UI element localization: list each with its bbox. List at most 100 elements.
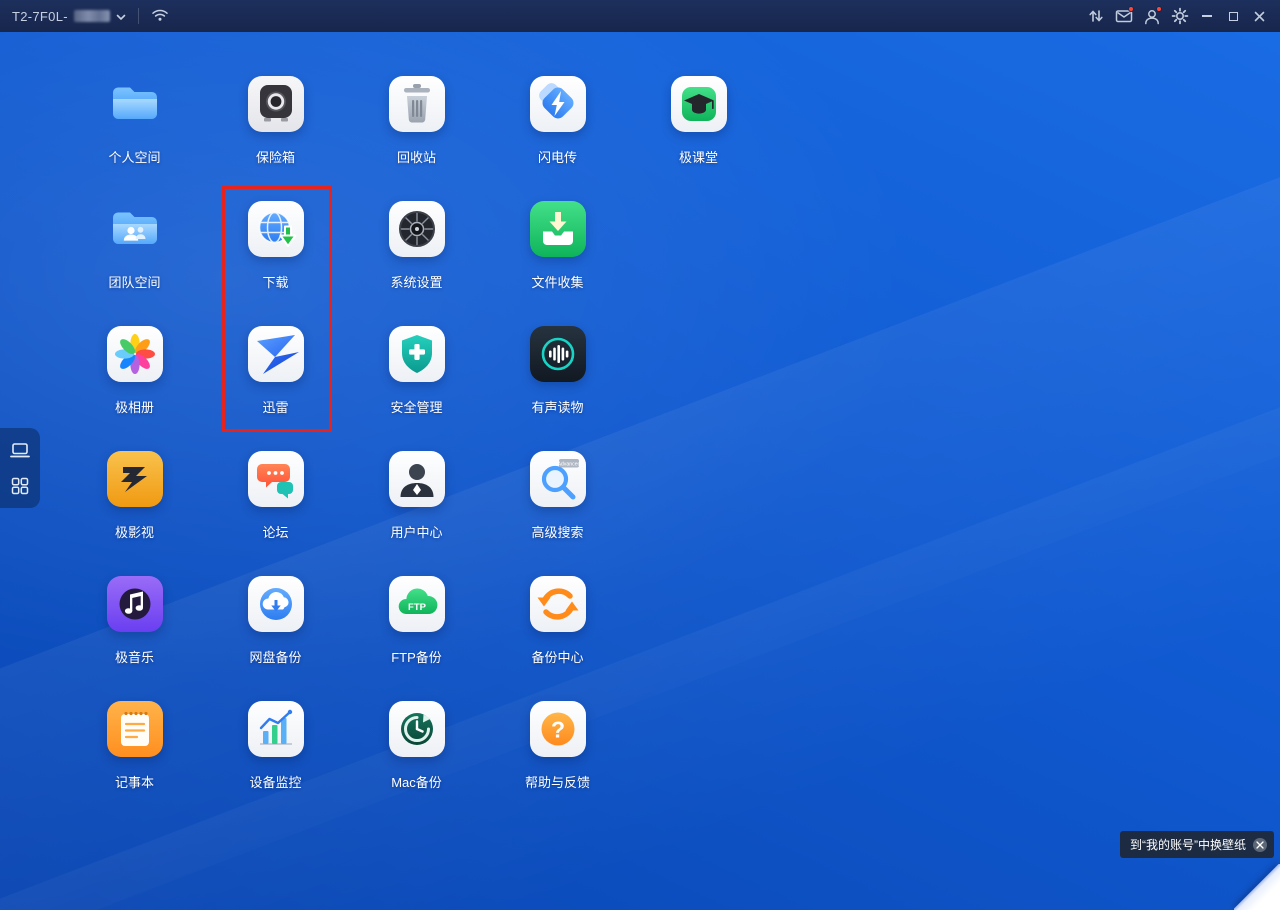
app-grid: 个人空间 保险箱 回收站 闪电传 极课堂 团队空间 下载 系统设置 文件收集 极… bbox=[64, 64, 769, 814]
backup-center-icon bbox=[529, 576, 586, 632]
apps-grid-icon[interactable] bbox=[9, 476, 31, 496]
empty-cell bbox=[628, 439, 769, 564]
user-icon[interactable] bbox=[1138, 0, 1166, 32]
app-forum[interactable]: 论坛 bbox=[205, 439, 346, 564]
toast-close-icon[interactable] bbox=[1253, 837, 1267, 852]
app-recycle-bin[interactable]: 回收站 bbox=[346, 64, 487, 189]
audiobook-icon bbox=[529, 326, 586, 382]
app-label: 帮助与反馈 bbox=[524, 775, 590, 790]
app-label: 回收站 bbox=[396, 150, 436, 165]
mail-icon[interactable] bbox=[1110, 0, 1138, 32]
app-label: 保险箱 bbox=[255, 150, 295, 165]
notepad-icon bbox=[106, 701, 163, 757]
wallpaper-toast: 到“我的账号”中换壁纸 bbox=[1120, 831, 1274, 858]
app-backup-center[interactable]: 备份中心 bbox=[487, 564, 628, 689]
security-shield-icon bbox=[388, 326, 445, 382]
app-label: 有声读物 bbox=[531, 400, 584, 415]
app-personal-space[interactable]: 个人空间 bbox=[64, 64, 205, 189]
app-advanced-search[interactable]: Advanced 高级搜索 bbox=[487, 439, 628, 564]
music-icon bbox=[106, 576, 163, 632]
recycle-bin-icon bbox=[388, 76, 445, 132]
app-label: 记事本 bbox=[114, 775, 154, 790]
app-movies[interactable]: 极影视 bbox=[64, 439, 205, 564]
wifi-icon[interactable] bbox=[151, 8, 169, 25]
classroom-icon bbox=[670, 76, 727, 132]
app-label: 高级搜索 bbox=[531, 525, 584, 540]
app-file-collection[interactable]: 文件收集 bbox=[487, 189, 628, 314]
app-label: Mac备份 bbox=[391, 775, 442, 790]
transfer-arrows-icon[interactable] bbox=[1082, 0, 1110, 32]
ftp-backup-icon: FTP bbox=[388, 576, 445, 632]
titlebar-divider bbox=[137, 8, 139, 24]
maximize-icon[interactable] bbox=[1220, 0, 1246, 32]
app-download[interactable]: 下载 bbox=[205, 189, 346, 314]
app-label: 网盘备份 bbox=[249, 650, 302, 665]
app-help-feedback[interactable]: ? 帮助与反馈 bbox=[487, 689, 628, 814]
app-label: 论坛 bbox=[262, 525, 289, 540]
app-label: 备份中心 bbox=[531, 650, 584, 665]
flash-transfer-icon bbox=[529, 76, 586, 132]
app-music[interactable]: 极音乐 bbox=[64, 564, 205, 689]
xunlei-bird-icon bbox=[247, 326, 304, 382]
app-label: 闪电传 bbox=[537, 150, 577, 165]
advanced-search-icon: Advanced bbox=[529, 451, 586, 507]
app-system-settings[interactable]: 系统设置 bbox=[346, 189, 487, 314]
app-device-monitor[interactable]: 设备监控 bbox=[205, 689, 346, 814]
app-xunlei[interactable]: 迅雷 bbox=[205, 314, 346, 439]
movies-icon bbox=[106, 451, 163, 507]
app-safe-box[interactable]: 保险箱 bbox=[205, 64, 346, 189]
photos-flower-icon bbox=[106, 326, 163, 382]
device-monitor-icon bbox=[247, 701, 304, 757]
mail-unread-dot bbox=[1128, 6, 1134, 12]
app-label: 用户中心 bbox=[390, 525, 443, 540]
close-icon[interactable] bbox=[1246, 0, 1272, 32]
app-ftp-backup[interactable]: FTP FTP备份 bbox=[346, 564, 487, 689]
app-label: 安全管理 bbox=[390, 400, 443, 415]
edge-dock bbox=[0, 428, 40, 508]
app-label: FTP备份 bbox=[391, 650, 442, 665]
app-label: 下载 bbox=[262, 275, 289, 290]
system-settings-icon bbox=[388, 201, 445, 257]
app-label: 极影视 bbox=[114, 525, 154, 540]
device-name[interactable]: T2-7F0L- bbox=[12, 9, 68, 24]
forum-chat-icon bbox=[247, 451, 304, 507]
safe-box-icon bbox=[247, 76, 304, 132]
app-notepad[interactable]: 记事本 bbox=[64, 689, 205, 814]
app-label: 迅雷 bbox=[262, 400, 289, 415]
empty-cell bbox=[628, 314, 769, 439]
toast-text: 到“我的账号”中换壁纸 bbox=[1130, 838, 1246, 852]
download-globe-icon bbox=[247, 201, 304, 257]
mac-backup-icon bbox=[388, 701, 445, 757]
svg-text:?: ? bbox=[550, 717, 564, 743]
empty-cell bbox=[628, 689, 769, 814]
app-label: 个人空间 bbox=[108, 150, 161, 165]
app-mac-backup[interactable]: Mac备份 bbox=[346, 689, 487, 814]
personal-space-folder-icon bbox=[107, 76, 163, 132]
app-cloud-backup[interactable]: 网盘备份 bbox=[205, 564, 346, 689]
device-name-redaction bbox=[73, 10, 110, 22]
corner-peel[interactable] bbox=[1234, 864, 1280, 910]
svg-text:Advanced: Advanced bbox=[557, 461, 580, 467]
user-notice-dot bbox=[1156, 6, 1162, 12]
cloud-backup-icon bbox=[247, 576, 304, 632]
app-label: 系统设置 bbox=[390, 275, 443, 290]
empty-cell bbox=[628, 564, 769, 689]
app-photos[interactable]: 极相册 bbox=[64, 314, 205, 439]
app-label: 极课堂 bbox=[678, 150, 718, 165]
app-label: 团队空间 bbox=[108, 275, 161, 290]
app-audiobook[interactable]: 有声读物 bbox=[487, 314, 628, 439]
chevron-down-icon[interactable] bbox=[116, 9, 126, 24]
gear-icon[interactable] bbox=[1166, 0, 1194, 32]
app-team-space[interactable]: 团队空间 bbox=[64, 189, 205, 314]
help-feedback-icon: ? bbox=[529, 701, 586, 757]
minimize-icon[interactable] bbox=[1194, 0, 1220, 32]
app-user-center[interactable]: 用户中心 bbox=[346, 439, 487, 564]
app-label: 文件收集 bbox=[531, 275, 584, 290]
titlebar: T2-7F0L- bbox=[0, 0, 1280, 32]
app-security[interactable]: 安全管理 bbox=[346, 314, 487, 439]
app-label: 极音乐 bbox=[114, 650, 154, 665]
app-classroom[interactable]: 极课堂 bbox=[628, 64, 769, 189]
app-flash-transfer[interactable]: 闪电传 bbox=[487, 64, 628, 189]
devices-monitor-icon[interactable] bbox=[9, 440, 31, 460]
svg-text:FTP: FTP bbox=[408, 602, 427, 613]
